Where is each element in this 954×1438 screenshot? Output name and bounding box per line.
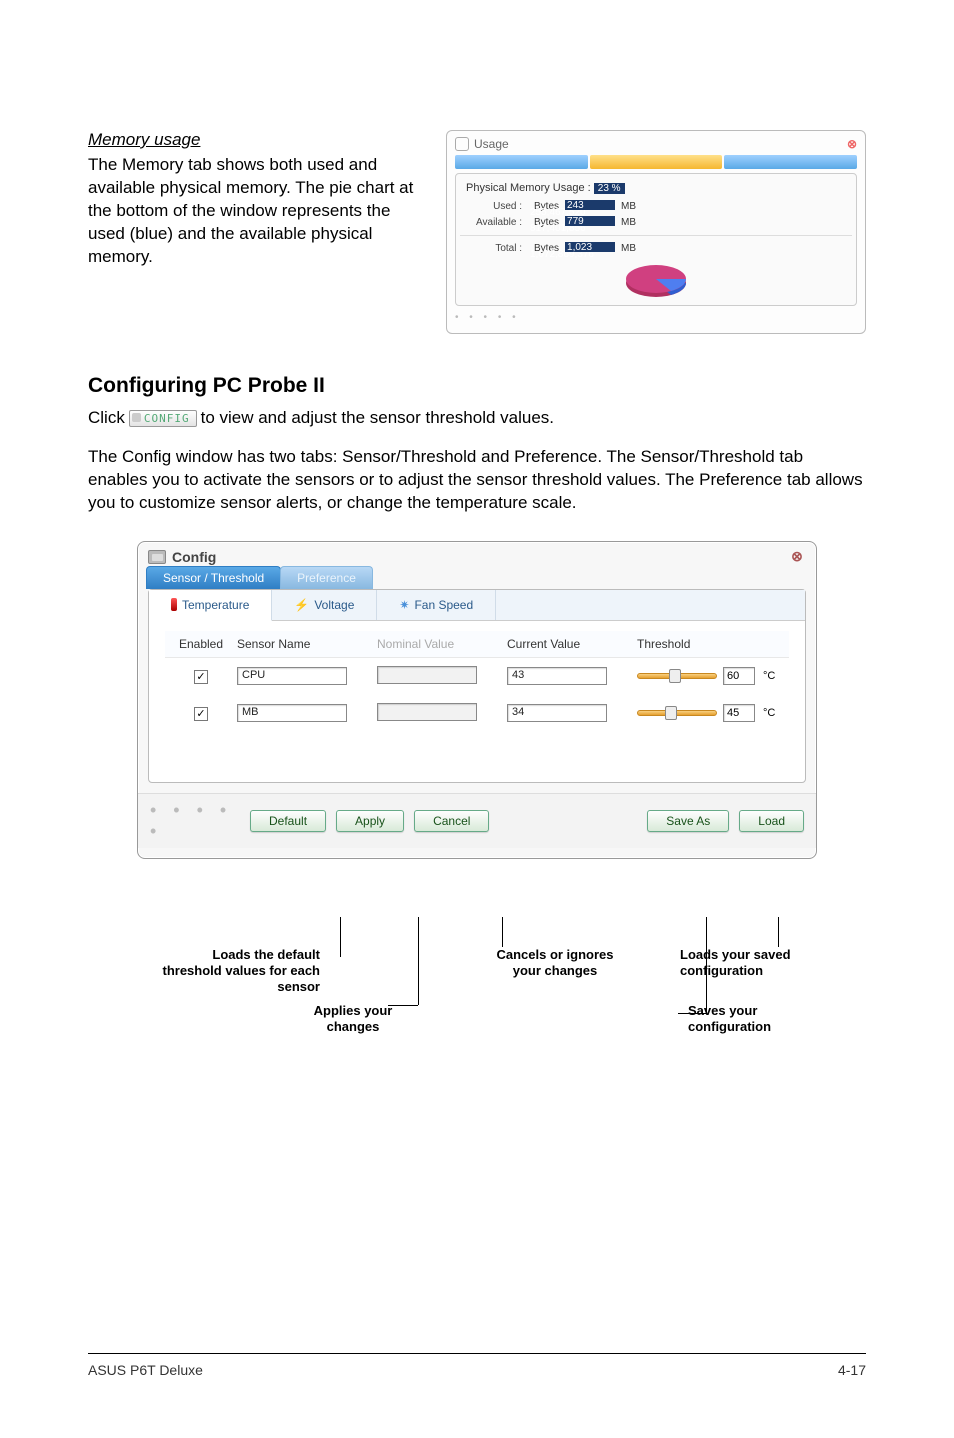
panel-dots: • • • • •: [455, 312, 857, 323]
voltage-icon: ⚡: [294, 598, 309, 612]
usage-row-available: Available : 817,401,856 Bytes 779 MB: [466, 216, 846, 229]
row-unit2: MB: [621, 201, 636, 212]
usage-tab-2[interactable]: [590, 155, 723, 169]
subtab-temperature[interactable]: Temperature: [149, 590, 272, 621]
row-label: Used :: [466, 201, 522, 212]
usage-row-used: Used : 255,467,520 Bytes 243 MB: [466, 200, 846, 213]
fan-icon: ✷: [399, 598, 409, 612]
annot-line: [678, 1013, 706, 1014]
row-mb: 243: [567, 200, 584, 211]
annot-line: [502, 917, 503, 947]
apply-button[interactable]: Apply: [336, 810, 404, 832]
subtab-fan-speed[interactable]: ✷ Fan Speed: [377, 590, 496, 620]
tab-sensor-threshold[interactable]: Sensor / Threshold: [146, 566, 281, 589]
load-button[interactable]: Load: [739, 810, 804, 832]
subtab-label: Fan Speed: [414, 598, 473, 612]
nominal-value-field: [377, 666, 477, 684]
config-window-icon: [148, 550, 166, 564]
annot-line: [706, 917, 707, 1013]
thermometer-icon: [171, 598, 177, 611]
usage-percent-badge: 23 %: [594, 183, 625, 194]
close-icon[interactable]: ⊗: [847, 137, 857, 151]
enable-checkbox[interactable]: [194, 707, 208, 721]
cancel-button[interactable]: Cancel: [414, 810, 489, 832]
subtab-label: Temperature: [182, 598, 249, 612]
footer-left: ASUS P6T Deluxe: [88, 1362, 203, 1378]
annot-applies: Applies your changes: [288, 1003, 418, 1036]
config-badge-button[interactable]: CONFIG: [129, 410, 197, 427]
annot-line: [340, 917, 341, 957]
current-value-field: 43: [507, 667, 607, 685]
row-label: Total :: [466, 243, 522, 254]
row-mb: 779: [567, 216, 584, 227]
click-text-pre: Click: [88, 408, 125, 428]
default-button[interactable]: Default: [250, 810, 326, 832]
enable-checkbox[interactable]: [194, 670, 208, 684]
usage-tab-1[interactable]: [455, 155, 588, 169]
col-enabled: Enabled: [165, 637, 237, 651]
sensor-row-mb: MB 34 45 °C: [165, 695, 789, 732]
row-mb: 1,023: [567, 242, 592, 253]
unit-label: °C: [763, 670, 775, 682]
sensor-row-cpu: CPU 43 60 °C: [165, 658, 789, 695]
threshold-value-field[interactable]: 60: [723, 667, 755, 685]
usage-inner-title-text: Physical Memory Usage :: [466, 182, 591, 194]
row-label: Available :: [466, 217, 522, 228]
click-text-post: to view and adjust the sensor threshold …: [201, 408, 554, 428]
threshold-value-field[interactable]: 45: [723, 704, 755, 722]
usage-tab-3[interactable]: [724, 155, 857, 169]
config-window: Config ⊗ Sensor / Threshold Preference T…: [137, 541, 817, 859]
subtab-voltage[interactable]: ⚡ Voltage: [272, 590, 377, 620]
col-sensor-name: Sensor Name: [237, 637, 377, 651]
config-description-paragraph: The Config window has two tabs: Sensor/T…: [88, 446, 866, 515]
annot-line: [778, 917, 779, 947]
usage-panel: Usage ⊗ Physical Memory Usage : 23 % Use…: [446, 130, 866, 334]
subtab-label: Voltage: [314, 598, 354, 612]
col-nominal-value: Nominal Value: [377, 637, 507, 651]
row-unit2: MB: [621, 217, 636, 228]
nominal-value-field: [377, 703, 477, 721]
annot-line: [388, 1005, 418, 1006]
slider-thumb[interactable]: [669, 669, 681, 683]
usage-row-total: Total : 1,072,869,376 Bytes 1,023 MB: [466, 242, 846, 255]
usage-inner-title: Physical Memory Usage : 23 %: [466, 182, 846, 194]
sensor-name-field[interactable]: CPU: [237, 667, 347, 685]
threshold-slider[interactable]: [637, 710, 717, 716]
usage-panel-title: Usage: [474, 137, 509, 151]
memory-usage-heading: Memory usage: [88, 130, 428, 150]
annot-loads-default: Loads the default threshold values for e…: [160, 947, 320, 996]
tab-preference[interactable]: Preference: [280, 566, 373, 589]
annot-cancels: Cancels or ignores your changes: [490, 947, 620, 980]
grid-header: Enabled Sensor Name Nominal Value Curren…: [165, 631, 789, 658]
col-current-value: Current Value: [507, 637, 637, 651]
button-row-dots: • • • • •: [150, 800, 240, 842]
sensor-name-field[interactable]: MB: [237, 704, 347, 722]
memory-usage-paragraph: The Memory tab shows both used and avail…: [88, 154, 428, 269]
row-unit2: MB: [621, 243, 636, 254]
memory-pie-chart: [621, 259, 691, 301]
threshold-slider[interactable]: [637, 673, 717, 679]
current-value-field: 34: [507, 704, 607, 722]
save-as-button[interactable]: Save As: [647, 810, 729, 832]
close-icon[interactable]: ⊗: [788, 548, 806, 566]
slider-thumb[interactable]: [665, 706, 677, 720]
configuring-heading: Configuring PC Probe II: [88, 374, 866, 398]
footer-right: 4-17: [838, 1362, 866, 1378]
annot-saves: Saves your configuration: [688, 1003, 838, 1036]
col-threshold: Threshold: [637, 637, 789, 651]
usage-app-icon: [455, 137, 469, 151]
unit-label: °C: [763, 707, 775, 719]
annot-line: [418, 917, 419, 1005]
config-window-title: Config: [172, 549, 216, 565]
